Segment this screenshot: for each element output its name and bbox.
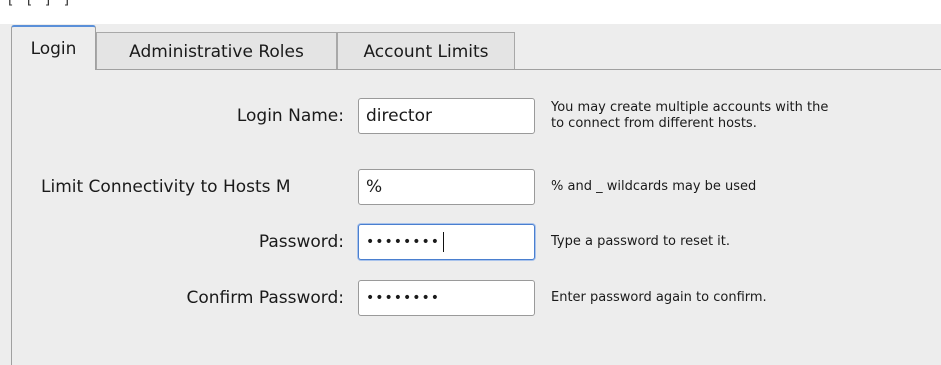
confirm-password-masked-value: •••••••• [366,290,441,306]
confirm-password-label: Confirm Password: [186,288,344,308]
confirm-password-hint: Enter password again to confirm. [551,290,767,305]
window-top-strip: [ [ ] ] [0,0,941,24]
hosts-label: Limit Connectivity to Hosts M [41,177,291,197]
password-label: Password: [258,232,344,252]
login-name-hint-line1: You may create multiple accounts with th… [551,100,829,115]
login-panel: Login Name: director You may create mult… [11,69,941,365]
login-name-input[interactable]: director [358,98,535,134]
tab-account-limits[interactable]: Account Limits [337,32,515,70]
text-caret [443,232,445,252]
password-input[interactable]: •••••••• [358,224,535,260]
tab-login[interactable]: Login [11,25,96,70]
confirm-password-input[interactable]: •••••••• [358,280,535,316]
hosts-hint: % and _ wildcards may be used [551,179,757,194]
login-name-hint: You may create multiple accounts with th… [551,100,941,132]
password-hint: Type a password to reset it. [551,234,731,249]
tab-bar: Login Administrative Roles Account Limit… [11,25,941,70]
top-fragment-text: [ [ ] ] [6,0,73,8]
login-name-label: Login Name: [236,106,344,126]
tab-administrative-roles[interactable]: Administrative Roles [96,32,337,70]
login-name-hint-line2: to connect from different hosts. [551,116,757,131]
password-masked-value: •••••••• [366,234,441,250]
hosts-input[interactable]: % [358,169,535,205]
